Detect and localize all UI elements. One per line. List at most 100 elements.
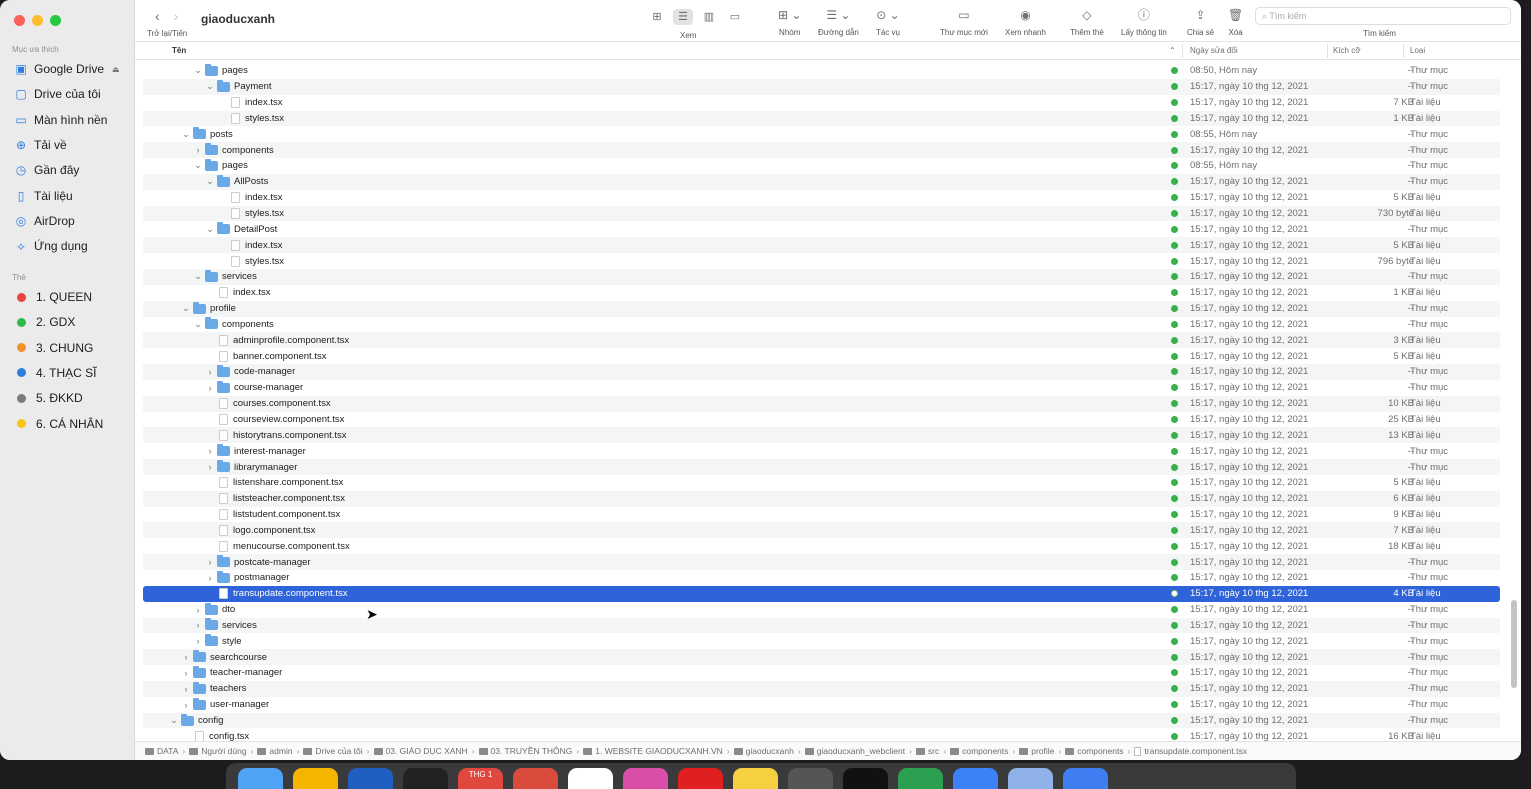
folder-row[interactable]: › course-manager 15:17, ngày 10 thg 12, 20…	[143, 380, 1500, 396]
sidebar-tag-4[interactable]: 5. ĐKKD	[14, 389, 83, 407]
sidebar-item-3[interactable]: ⊕ Tải về	[14, 136, 67, 154]
file-row[interactable]: historytrans.component.tsx 15:17, ngày 10…	[143, 427, 1500, 444]
path-segment[interactable]: components	[1065, 746, 1124, 756]
folder-row[interactable]: ⌄ DetailPost 15:17, ngày 10 thg 12, 2021 --…	[143, 221, 1500, 237]
chevron-right-icon[interactable]: ›	[205, 367, 215, 377]
folder-row[interactable]: ⌄ components 15:17, ngày 10 thg 12, 2021 --…	[143, 317, 1500, 333]
chevron-down-icon[interactable]: ⌄	[193, 65, 203, 76]
file-row[interactable]: index.tsx 15:17, ngày 10 thg 12, 2021 1 KB…	[143, 285, 1500, 301]
sidebar-tag-2[interactable]: 3. CHUNG	[14, 339, 93, 357]
share-button[interactable]: ⇪ Chia sẻ	[1187, 6, 1214, 37]
tag-button[interactable]: ◇ Thêm thẻ	[1070, 6, 1104, 37]
chevron-down-icon[interactable]: ⌄	[193, 319, 203, 330]
chevron-down-icon[interactable]: ⌄	[193, 160, 203, 171]
sidebar-item-2[interactable]: ▭ Màn hình nền	[14, 111, 107, 129]
sidebar-item-6[interactable]: ◎ AirDrop	[14, 212, 75, 230]
folder-row[interactable]: › style 15:17, ngày 10 thg 12, 2021 -- Thư m…	[143, 633, 1500, 649]
dock-app-icon[interactable]	[293, 768, 338, 789]
path-segment[interactable]: Người dùng	[189, 746, 247, 756]
chevron-down-icon[interactable]: ⌄	[193, 271, 203, 282]
chevron-down-icon[interactable]: ⌄	[181, 303, 191, 314]
chevron-down-icon[interactable]: ⌄	[205, 224, 215, 235]
folder-row[interactable]: ⌄ config 15:17, ngày 10 thg 12, 2021 -- Thư …	[143, 712, 1500, 729]
path-segment[interactable]: profile	[1019, 746, 1054, 756]
path-segment[interactable]: components	[950, 746, 1008, 756]
file-row[interactable]: logo.component.tsx 15:17, ngày 10 thg 12,…	[143, 522, 1500, 539]
chevron-right-icon[interactable]: ›	[181, 668, 191, 678]
file-row[interactable]: menucourse.component.tsx 15:17, ngày 10 t…	[143, 538, 1500, 554]
path-segment[interactable]: Drive của tôi	[303, 746, 363, 756]
chevron-right-icon[interactable]: ›	[193, 605, 203, 615]
quicklook-button[interactable]: ◉ Xem nhanh	[1005, 6, 1046, 37]
info-button[interactable]: ⓘ Lấy thông tin	[1121, 6, 1167, 37]
file-row[interactable]: index.tsx 15:17, ngày 10 thg 12, 2021 5 KB…	[143, 190, 1500, 206]
back-chevron-icon[interactable]: ‹	[155, 8, 160, 24]
dock-app-icon[interactable]	[733, 768, 778, 789]
dock-app-icon[interactable]	[513, 768, 558, 789]
close-button[interactable]	[14, 15, 25, 26]
sidebar-item-5[interactable]: ▯ Tài liệu	[14, 187, 73, 205]
dock-finder-icon[interactable]	[238, 768, 283, 789]
chevron-right-icon[interactable]: ›	[193, 636, 203, 646]
sidebar-tag-5[interactable]: 6. CÁ NHÂN	[14, 415, 103, 433]
chevron-down-icon[interactable]: ⌄	[205, 176, 215, 187]
folder-row[interactable]: › searchcourse 15:17, ngày 10 thg 12, 2021…	[143, 649, 1500, 666]
sidebar-item-0[interactable]: ▣ Google Drive ⏏	[14, 60, 120, 78]
chevron-right-icon[interactable]: ›	[205, 462, 215, 472]
file-row[interactable]: liststudent.component.tsx 15:17, ngày 10 …	[143, 507, 1500, 523]
folder-row[interactable]: › code-manager 15:17, ngày 10 thg 12, 2021…	[143, 364, 1500, 380]
file-row[interactable]: styles.tsx 15:17, ngày 10 thg 12, 2021 1 K…	[143, 110, 1500, 127]
folder-row[interactable]: › components 15:17, ngày 10 thg 12, 2021 --…	[143, 142, 1500, 159]
file-row[interactable]: courseview.component.tsx 15:17, ngày 10 t…	[143, 412, 1500, 428]
chevron-down-icon[interactable]: ⌄	[181, 129, 191, 140]
folder-row[interactable]: › librarymanager 15:17, ngày 10 thg 12, 20…	[143, 459, 1500, 475]
action-button[interactable]: ⊙ ⌄ Tác vụ	[876, 6, 900, 37]
path-segment[interactable]: DATA	[145, 746, 178, 756]
sidebar-item-4[interactable]: ◷ Gần đây	[14, 161, 80, 179]
sidebar-tag-3[interactable]: 4. THẠC SĨ	[14, 364, 96, 382]
chevron-right-icon[interactable]: ›	[193, 145, 203, 155]
col-name[interactable]: Tên	[172, 46, 186, 55]
forward-chevron-icon[interactable]: ›	[174, 8, 179, 24]
sidebar-tag-1[interactable]: 2. GDX	[14, 313, 75, 331]
folder-row[interactable]: ⌄ profile 15:17, ngày 10 thg 12, 2021 -- Thư…	[143, 300, 1500, 317]
column-view-icon[interactable]: ▥	[699, 9, 719, 25]
folder-row[interactable]: ⌄ AllPosts 15:17, ngày 10 thg 12, 2021 -- Th…	[143, 173, 1500, 190]
path-segment[interactable]: 1. WEBSITE GIAODUCXANH.VN	[583, 746, 723, 756]
dock-app-icon[interactable]	[843, 768, 888, 789]
folder-row[interactable]: › postmanager 15:17, ngày 10 thg 12, 2021 -…	[143, 570, 1500, 586]
sidebar-item-1[interactable]: ▢ Drive của tôi	[14, 85, 100, 103]
folder-row[interactable]: › dto 15:17, ngày 10 thg 12, 2021 -- Thư mục	[143, 602, 1500, 618]
file-row[interactable]: transupdate.component.tsx 15:17, ngày 10 …	[143, 585, 1500, 602]
dock-app-icon[interactable]	[1063, 768, 1108, 789]
dock-app-icon[interactable]	[788, 768, 833, 789]
dock-app-icon[interactable]	[623, 768, 668, 789]
chevron-right-icon[interactable]: ›	[181, 652, 191, 662]
gallery-view-icon[interactable]: ▭	[725, 9, 745, 25]
dock-app-icon[interactable]	[953, 768, 998, 789]
chevron-right-icon[interactable]: ›	[205, 557, 215, 567]
delete-button[interactable]: 🗑 Xóa	[1228, 6, 1243, 37]
file-row[interactable]: styles.tsx 15:17, ngày 10 thg 12, 2021 796…	[143, 253, 1500, 269]
icon-view-icon[interactable]: ⊞	[647, 9, 667, 25]
folder-row[interactable]: › services 15:17, ngày 10 thg 12, 2021 -- Th…	[143, 617, 1500, 634]
folder-row[interactable]: ⌄ pages 08:50, Hôm nay -- Thư mục	[143, 63, 1500, 79]
chevron-right-icon[interactable]: ›	[205, 446, 215, 456]
chevron-right-icon[interactable]: ›	[181, 684, 191, 694]
search-input[interactable]: ⌕ Tìm kiếm	[1255, 7, 1511, 25]
file-row[interactable]: adminprofile.component.tsx 15:17, ngày 10…	[143, 332, 1500, 349]
folder-row[interactable]: › teachers 15:17, ngày 10 thg 12, 2021 -- Th…	[143, 680, 1500, 697]
file-row[interactable]: config.tsx 15:17, ngày 10 thg 12, 2021 16 …	[143, 728, 1500, 741]
folder-row[interactable]: ⌄ Payment 15:17, ngày 10 thg 12, 2021 -- Thư…	[143, 78, 1500, 95]
sidebar-tag-0[interactable]: 1. QUEEN	[14, 288, 92, 306]
dock-app-icon[interactable]	[568, 768, 613, 789]
list-view-icon[interactable]: ☰	[673, 9, 693, 25]
dock-app-icon[interactable]	[403, 768, 448, 789]
eject-icon[interactable]: ⏏	[112, 65, 120, 74]
chevron-right-icon[interactable]: ›	[205, 573, 215, 583]
dock-calendar-icon[interactable]: THG 1	[458, 768, 503, 789]
path-segment[interactable]: giaoducxanh	[733, 746, 794, 756]
file-row[interactable]: index.tsx 15:17, ngày 10 thg 12, 2021 5 KB…	[143, 237, 1500, 254]
file-row[interactable]: styles.tsx 15:17, ngày 10 thg 12, 2021 730…	[143, 205, 1500, 222]
folder-row[interactable]: ⌄ pages 08:55, Hôm nay -- Thư mục	[143, 158, 1500, 174]
